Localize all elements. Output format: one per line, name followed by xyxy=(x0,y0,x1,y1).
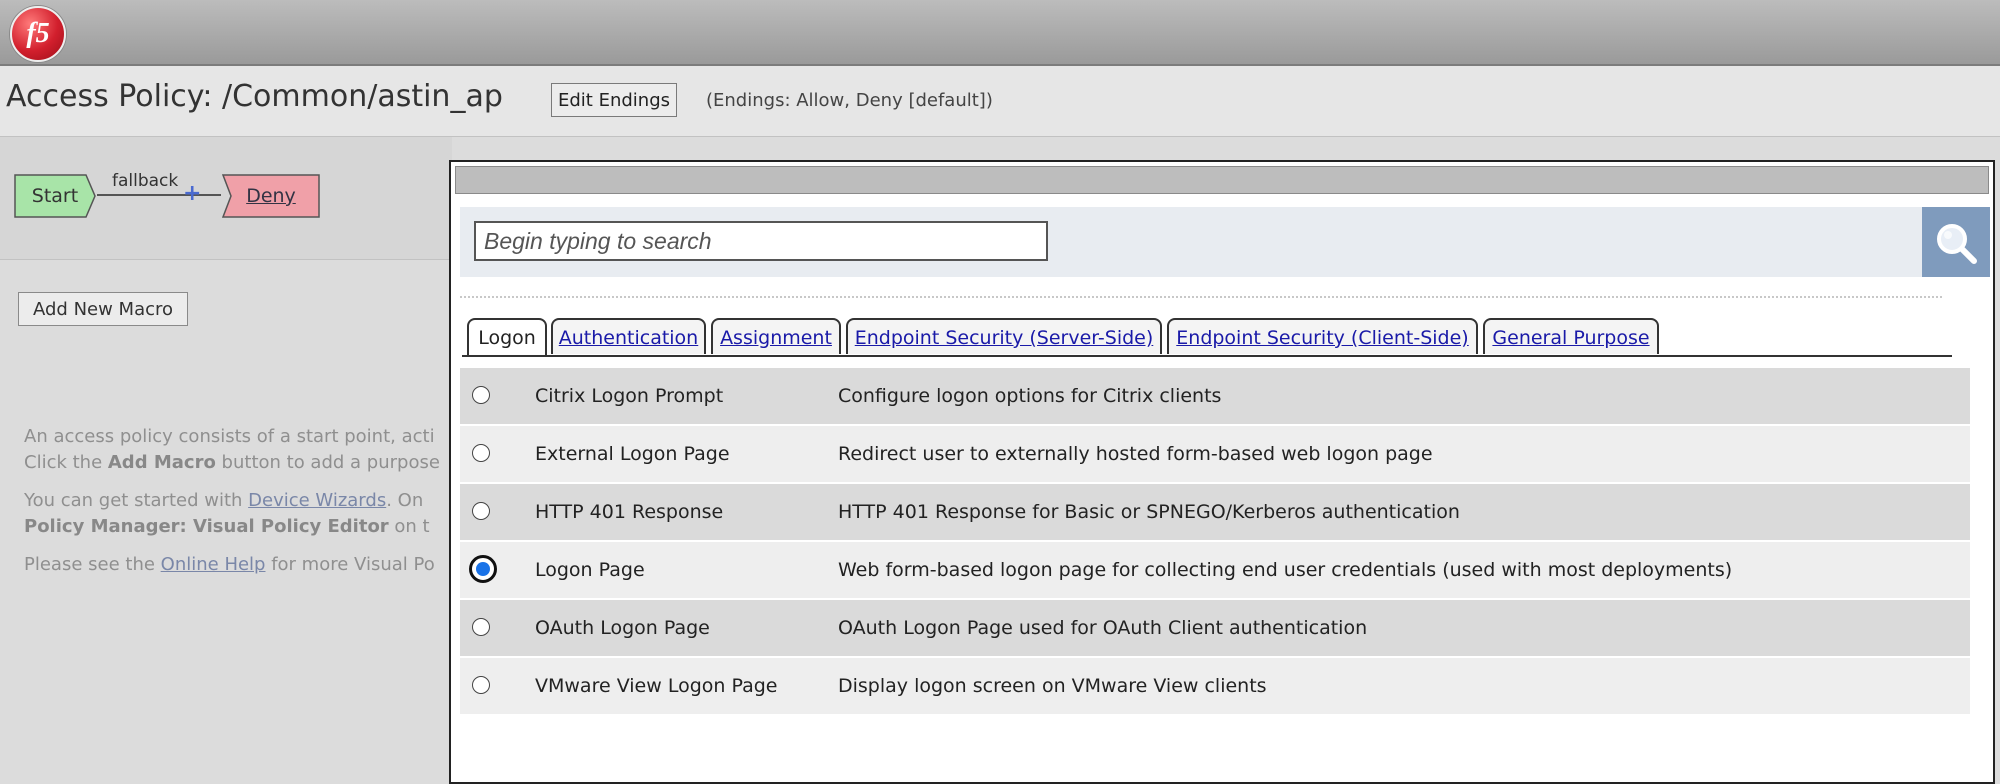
search-input[interactable] xyxy=(474,221,1048,261)
logon-items-list: Citrix Logon Prompt Configure logon opti… xyxy=(460,368,1970,716)
fallback-branch-label: fallback xyxy=(112,171,179,191)
item-name: Logon Page xyxy=(535,559,645,581)
list-item[interactable]: OAuth Logon Page OAuth Logon Page used f… xyxy=(460,600,1970,656)
tab-endpoint-security-server[interactable]: Endpoint Security (Server-Side) xyxy=(846,318,1162,354)
tab-logon[interactable]: Logon xyxy=(467,318,547,356)
list-item[interactable]: External Logon Page Redirect user to ext… xyxy=(460,426,1970,482)
tab-general-purpose[interactable]: General Purpose xyxy=(1483,318,1659,354)
edit-endings-button[interactable]: Edit Endings xyxy=(551,83,677,117)
dotted-divider xyxy=(460,296,1942,298)
item-name: HTTP 401 Response xyxy=(535,501,724,523)
item-description: OAuth Logon Page used for OAuth Client a… xyxy=(838,617,1368,639)
dialog-titlebar[interactable] xyxy=(455,166,1989,194)
list-item[interactable]: HTTP 401 Response HTTP 401 Response for … xyxy=(460,484,1970,540)
add-item-dialog: Logon Authentication Assignment Endpoint… xyxy=(449,160,1995,784)
item-radio[interactable] xyxy=(472,386,490,404)
page-title: Access Policy: /Common/astin_ap xyxy=(6,79,503,114)
tab-authentication[interactable]: Authentication xyxy=(551,318,706,354)
tab-endpoint-security-client[interactable]: Endpoint Security (Client-Side) xyxy=(1167,318,1478,354)
help-line-3-pre: You can get started with xyxy=(24,490,249,511)
add-new-macro-button[interactable]: Add New Macro xyxy=(18,292,189,326)
tab-assignment[interactable]: Assignment xyxy=(711,318,841,354)
item-name: VMware View Logon Page xyxy=(535,675,778,697)
item-description: Web form-based logon page for collecting… xyxy=(838,559,1733,581)
top-banner: f5 xyxy=(0,0,2000,66)
device-wizards-link[interactable]: Device Wizards xyxy=(248,490,386,511)
item-name: Citrix Logon Prompt xyxy=(535,385,724,407)
list-item[interactable]: Citrix Logon Prompt Configure logon opti… xyxy=(460,368,1970,424)
item-radio[interactable] xyxy=(472,618,490,636)
help-line-5-post: for more Visual Po xyxy=(265,554,435,575)
help-line-5-pre: Please see the xyxy=(24,554,161,575)
help-line-1: An access policy consists of a start poi… xyxy=(24,426,435,447)
policy-header: Access Policy: /Common/astin_ap Edit End… xyxy=(0,66,2000,137)
item-radio[interactable] xyxy=(472,444,490,462)
magnifier-icon xyxy=(1937,224,1977,264)
search-button[interactable] xyxy=(1922,207,1990,277)
start-node[interactable]: Start xyxy=(14,174,96,218)
deny-node-label: Deny xyxy=(246,185,296,207)
endings-summary: (Endings: Allow, Deny [default]) xyxy=(706,90,993,111)
item-name: External Logon Page xyxy=(535,443,730,465)
item-description: HTTP 401 Response for Basic or SPNEGO/Ke… xyxy=(838,501,1460,523)
help-line-2-pre: Click the xyxy=(24,452,108,473)
help-line-2-post: button to add a purpose xyxy=(215,452,440,473)
list-item[interactable]: VMware View Logon Page Display logon scr… xyxy=(460,658,1970,714)
help-vpe-bold: Policy Manager: Visual Policy Editor xyxy=(24,516,389,537)
item-description: Display logon screen on VMware View clie… xyxy=(838,675,1267,697)
online-help-link[interactable]: Online Help xyxy=(161,554,266,575)
tab-baseline xyxy=(462,355,1952,357)
item-radio[interactable] xyxy=(472,502,490,520)
deny-node[interactable]: Deny xyxy=(222,174,320,218)
item-description: Redirect user to externally hosted form-… xyxy=(838,443,1433,465)
item-description: Configure logon options for Citrix clien… xyxy=(838,385,1222,407)
item-name: OAuth Logon Page xyxy=(535,617,710,639)
help-line-3-post: . On xyxy=(386,490,424,511)
item-radio[interactable] xyxy=(472,676,490,694)
help-line-4-post: on t xyxy=(388,516,430,537)
search-bar xyxy=(460,207,1990,277)
add-action-plus[interactable]: + xyxy=(183,181,201,206)
item-radio-selected[interactable] xyxy=(469,555,497,583)
f5-logo[interactable]: f5 xyxy=(10,6,66,62)
help-text: An access policy consists of a start poi… xyxy=(24,424,452,590)
help-add-macro-bold: Add Macro xyxy=(107,452,216,473)
start-node-label: Start xyxy=(31,185,79,207)
flow-connector xyxy=(97,194,221,196)
policy-flow-canvas: Start fallback + Deny xyxy=(0,137,452,260)
list-item[interactable]: Logon Page Web form-based logon page for… xyxy=(460,542,1970,598)
